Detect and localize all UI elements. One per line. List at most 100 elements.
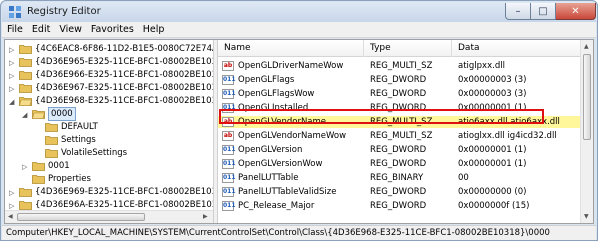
value-name: PC_Release_Major — [238, 201, 315, 211]
value-name: OpenGLVersionWow — [238, 159, 323, 169]
folder-icon — [45, 136, 58, 145]
tree-item-label: {4C6EAC8-6F86-11D2-B1E5-0080C72E74A2} — [35, 44, 213, 54]
close-icon: ✕ — [571, 5, 580, 17]
expand-arrow-icon[interactable]: ▷ — [22, 161, 31, 171]
tree-item-label: 0000 — [48, 107, 76, 121]
value-name: OpenGLFlags — [238, 75, 295, 85]
values-vertical-scrollbar[interactable]: ▲ ▼ — [580, 40, 593, 223]
title-bar[interactable]: Registry Editor – □ ✕ — [2, 2, 596, 22]
column-name-header[interactable]: Name — [218, 40, 364, 57]
expand-arrow-icon[interactable]: ▷ — [9, 83, 18, 93]
value-data: atioglxx.dll ig4icd32.dll — [458, 131, 557, 141]
value-type: REG_DWORD — [370, 187, 427, 197]
binary-value-icon: 011 — [222, 145, 236, 155]
value-name: OpenGLVendorNameWow — [238, 131, 347, 141]
expand-arrow-icon[interactable]: ▷ — [9, 70, 18, 80]
value-name: OpenGLFlagsWow — [238, 89, 315, 99]
binary-value-icon: 011 — [222, 201, 236, 211]
close-button[interactable]: ✕ — [556, 3, 596, 20]
tree-item-label: 0001 — [48, 161, 70, 171]
registry-values-list: Name Type Data ab OpenGLDriverNameWow REG_… — [218, 40, 580, 223]
menu-file[interactable]: File — [7, 24, 23, 35]
value-row[interactable]: ab OpenGLDriverNameWow REG_MULTI_SZ atiglpx… — [218, 60, 580, 72]
folder-icon — [45, 123, 58, 132]
value-type: REG_DWORD — [370, 145, 427, 155]
value-name: PanelLUTTableValidSize — [238, 187, 337, 197]
folder-icon — [19, 201, 32, 210]
scroll-right-icon[interactable]: ▶ — [203, 213, 208, 220]
tree-scroll-thumb[interactable] — [17, 213, 145, 221]
column-type-header[interactable]: Type — [364, 40, 452, 57]
folder-icon — [19, 71, 32, 80]
registry-editor-app-icon — [9, 6, 21, 18]
maximize-icon: □ — [538, 5, 548, 17]
tree-horizontal-scrollbar[interactable]: ◀ ▶ — [5, 210, 213, 223]
binary-value-icon: 011 — [222, 89, 236, 99]
value-name: PanelLUTTable — [238, 173, 299, 183]
registry-editor-window: Registry Editor – □ ✕ File Edit View Fav… — [0, 0, 598, 241]
tree-item-label: {4D36E965-E325-11CE-BFC1-08002BE10318} — [35, 57, 213, 67]
value-data: 0x00000001 (1) — [458, 159, 527, 169]
scroll-up-icon[interactable]: ▲ — [584, 43, 589, 50]
column-data-header[interactable]: Data — [452, 40, 580, 57]
highlight-annotation-box — [219, 109, 544, 124]
minimize-icon: – — [515, 5, 521, 17]
tree-item-label: Properties — [48, 174, 91, 184]
value-type: REG_DWORD — [370, 89, 427, 99]
window-title: Registry Editor — [27, 6, 101, 17]
menu-help[interactable]: Help — [143, 24, 165, 35]
scroll-down-icon[interactable]: ▼ — [584, 213, 589, 220]
value-data: 0x00000001 (1) — [458, 145, 527, 155]
list-header: Name Type Data — [218, 40, 580, 57]
value-row[interactable]: 011 OpenGLFlagsWow REG_DWORD 0x00000003 (3) — [218, 88, 580, 100]
editor-content: ▷ {4C6EAC8-6F86-11D2-B1E5-0080C72E74A2} ▷ {… — [4, 39, 594, 224]
value-data: atiglpxx.dll — [458, 61, 505, 71]
value-row[interactable]: 011 OpenGLVersion REG_DWORD 0x00000001 (1) — [218, 144, 580, 156]
maximize-button[interactable]: □ — [531, 3, 556, 20]
value-name: OpenGLVersion — [238, 145, 303, 155]
folder-icon — [19, 45, 32, 54]
value-row[interactable]: 011 OpenGLVersionWow REG_DWORD 0x00000001 (… — [218, 158, 580, 170]
folder-icon — [45, 149, 58, 158]
folder-icon — [19, 58, 32, 67]
expand-arrow-icon[interactable]: ◢ — [9, 96, 18, 106]
expand-arrow-icon[interactable]: ◢ — [22, 109, 31, 119]
string-value-icon: ab — [222, 131, 234, 141]
expand-arrow-icon[interactable]: ▷ — [9, 200, 18, 210]
folder-icon — [19, 188, 32, 197]
menu-favorites[interactable]: Favorites — [91, 24, 134, 35]
value-row[interactable]: 011 PanelLUTTableValidSize REG_DWORD 0x0000… — [218, 186, 580, 198]
values-scroll-thumb[interactable] — [583, 54, 591, 140]
expand-arrow-icon[interactable]: ▷ — [9, 44, 18, 54]
minimize-button[interactable]: – — [505, 3, 531, 20]
menu-bar: File Edit View Favorites Help — [2, 22, 596, 38]
value-row[interactable]: 011 PC_Release_Major REG_DWORD 0x0000000f (… — [218, 200, 580, 212]
binary-value-icon: 011 — [222, 173, 236, 183]
value-row[interactable]: 011 PanelLUTTable REG_BINARY 00 — [218, 172, 580, 184]
menu-edit[interactable]: Edit — [32, 24, 50, 35]
tree-item-label: VolatileSettings — [61, 148, 128, 158]
value-row[interactable]: ab OpenGLVendorNameWow REG_MULTI_SZ atioglx… — [218, 130, 580, 142]
value-row[interactable]: 011 OpenGLFlags REG_DWORD 0x00000003 (3) — [218, 74, 580, 86]
value-data: 0x00000003 (3) — [458, 89, 527, 99]
tree-item-label: {4D36E968-E325-11CE-BFC1-08002BE10318} — [35, 96, 213, 106]
status-bar-path: Computer\HKEY_LOCAL_MACHINE\SYSTEM\Curre… — [2, 225, 596, 240]
folder-open-icon — [19, 97, 32, 106]
expand-arrow-icon[interactable]: ▷ — [9, 57, 18, 67]
menu-view[interactable]: View — [59, 24, 82, 35]
folder-icon — [32, 175, 45, 184]
value-data: 0x00000000 (0) — [458, 187, 527, 197]
value-type: REG_DWORD — [370, 75, 427, 85]
value-type: REG_DWORD — [370, 159, 427, 169]
tree-item-label: {4D36E966-E325-11CE-BFC1-08002BE10318} — [35, 70, 213, 80]
value-type: REG_BINARY — [370, 173, 424, 183]
expand-arrow-icon[interactable]: ▷ — [9, 187, 18, 197]
scroll-left-icon[interactable]: ◀ — [8, 213, 13, 220]
registry-key-tree[interactable]: ▷ {4C6EAC8-6F86-11D2-B1E5-0080C72E74A2} ▷ {… — [5, 40, 213, 223]
binary-value-icon: 011 — [222, 75, 236, 85]
tree-item-label: DEFAULT — [61, 122, 98, 132]
